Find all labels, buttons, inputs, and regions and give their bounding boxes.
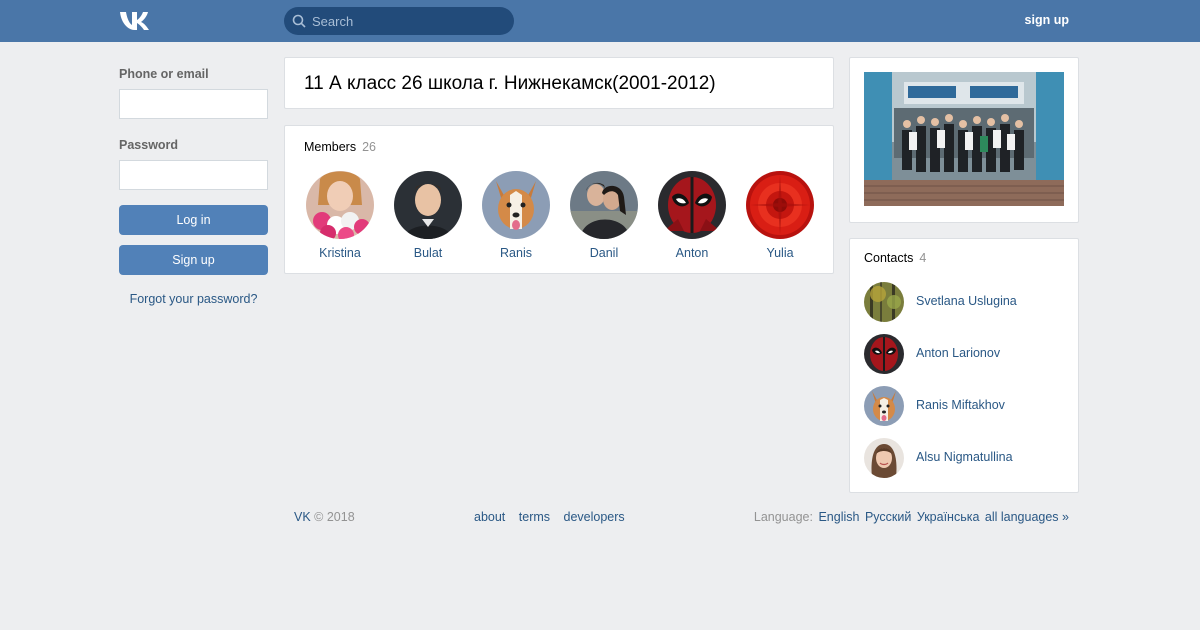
member-item[interactable]: Bulat (388, 171, 468, 260)
group-title-card: 11 А класс 26 школа г. Нижнекамск(2001-2… (284, 57, 834, 109)
footer-links: about terms developers (474, 510, 635, 524)
avatar-couple-icon (570, 171, 638, 239)
copyright-text: © 2018 (314, 510, 355, 524)
contacts-count: 4 (919, 251, 927, 265)
contacts-label: Contacts (864, 251, 914, 265)
member-name: Bulat (413, 246, 443, 260)
search-input[interactable] (312, 7, 507, 35)
header-signup-link[interactable]: sign up (1025, 13, 1069, 27)
member-name: Ranis (500, 246, 532, 260)
footer-link-developers[interactable]: developers (564, 510, 625, 524)
footer-link-about[interactable]: about (474, 510, 505, 524)
members-count: 26 (362, 140, 376, 154)
phone-email-field[interactable] (119, 89, 268, 119)
member-item[interactable]: Ranis (476, 171, 556, 260)
contact-item[interactable]: Anton Larionov (864, 334, 1064, 374)
avatar-flowers-icon (306, 171, 374, 239)
contact-item[interactable]: Alsu Nigmatullina (864, 438, 1064, 478)
forgot-password-link[interactable]: Forgot your password? (119, 292, 268, 306)
contacts-header: Contacts 4 (864, 251, 926, 265)
top-header: sign up (0, 0, 1200, 42)
avatar-mask-icon (658, 171, 726, 239)
contacts-card: Contacts 4 Svetlana Uslugina Anton Larion… (849, 238, 1079, 493)
login-button[interactable]: Log in (119, 205, 268, 235)
avatar-woman-icon (864, 438, 904, 478)
contact-name: Ranis Miftakhov (916, 398, 1005, 412)
group-photo[interactable] (864, 72, 1064, 206)
vk-logo-icon[interactable] (119, 10, 153, 32)
avatar-forest-icon (864, 282, 904, 322)
member-name: Anton (675, 246, 709, 260)
signup-button[interactable]: Sign up (119, 245, 268, 275)
member-name: Kristina (319, 246, 361, 260)
contact-item[interactable]: Svetlana Uslugina (864, 282, 1064, 322)
password-label: Password (119, 138, 179, 152)
footer-brand-link[interactable]: VK (294, 510, 311, 524)
avatar-man-icon (394, 171, 462, 239)
language-all[interactable]: all languages » (985, 510, 1069, 524)
language-russian[interactable]: Русский (865, 510, 911, 524)
avatar-dog-icon (482, 171, 550, 239)
avatar-dog-icon (864, 386, 904, 426)
language-ukrainian[interactable]: Українська (917, 510, 980, 524)
member-item[interactable]: Yulia (740, 171, 820, 260)
contact-item[interactable]: Ranis Miftakhov (864, 386, 1064, 426)
members-label: Members (304, 140, 357, 154)
member-item[interactable]: Danil (564, 171, 644, 260)
footer-copyright: VK © 2018 (294, 510, 355, 524)
group-title: 11 А класс 26 школа г. Нижнекамск(2001-2… (304, 73, 716, 94)
member-item[interactable]: Anton (652, 171, 732, 260)
login-form: Phone or email Password Log in Sign up F… (119, 67, 268, 306)
members-card: Members 26 Kristina Bulat Ranis Danil An… (284, 125, 834, 274)
search-icon (292, 14, 306, 28)
language-selector: Language: English Русский Українська all… (754, 510, 1069, 524)
language-english[interactable]: English (818, 510, 859, 524)
member-name: Danil (589, 246, 619, 260)
phone-label: Phone or email (119, 67, 209, 81)
password-field[interactable] (119, 160, 268, 190)
avatar-mask-icon (864, 334, 904, 374)
contact-name: Svetlana Uslugina (916, 294, 1017, 308)
contact-name: Anton Larionov (916, 346, 1001, 360)
avatar-red-flower-icon (746, 171, 814, 239)
members-header[interactable]: Members 26 (304, 140, 376, 154)
contact-name: Alsu Nigmatullina (916, 450, 1013, 464)
member-name: Yulia (766, 246, 794, 260)
group-photo-card (849, 57, 1079, 223)
member-item[interactable]: Kristina (300, 171, 380, 260)
footer-link-terms[interactable]: terms (519, 510, 550, 524)
language-label: Language: (753, 510, 813, 524)
search-box[interactable] (284, 7, 514, 35)
